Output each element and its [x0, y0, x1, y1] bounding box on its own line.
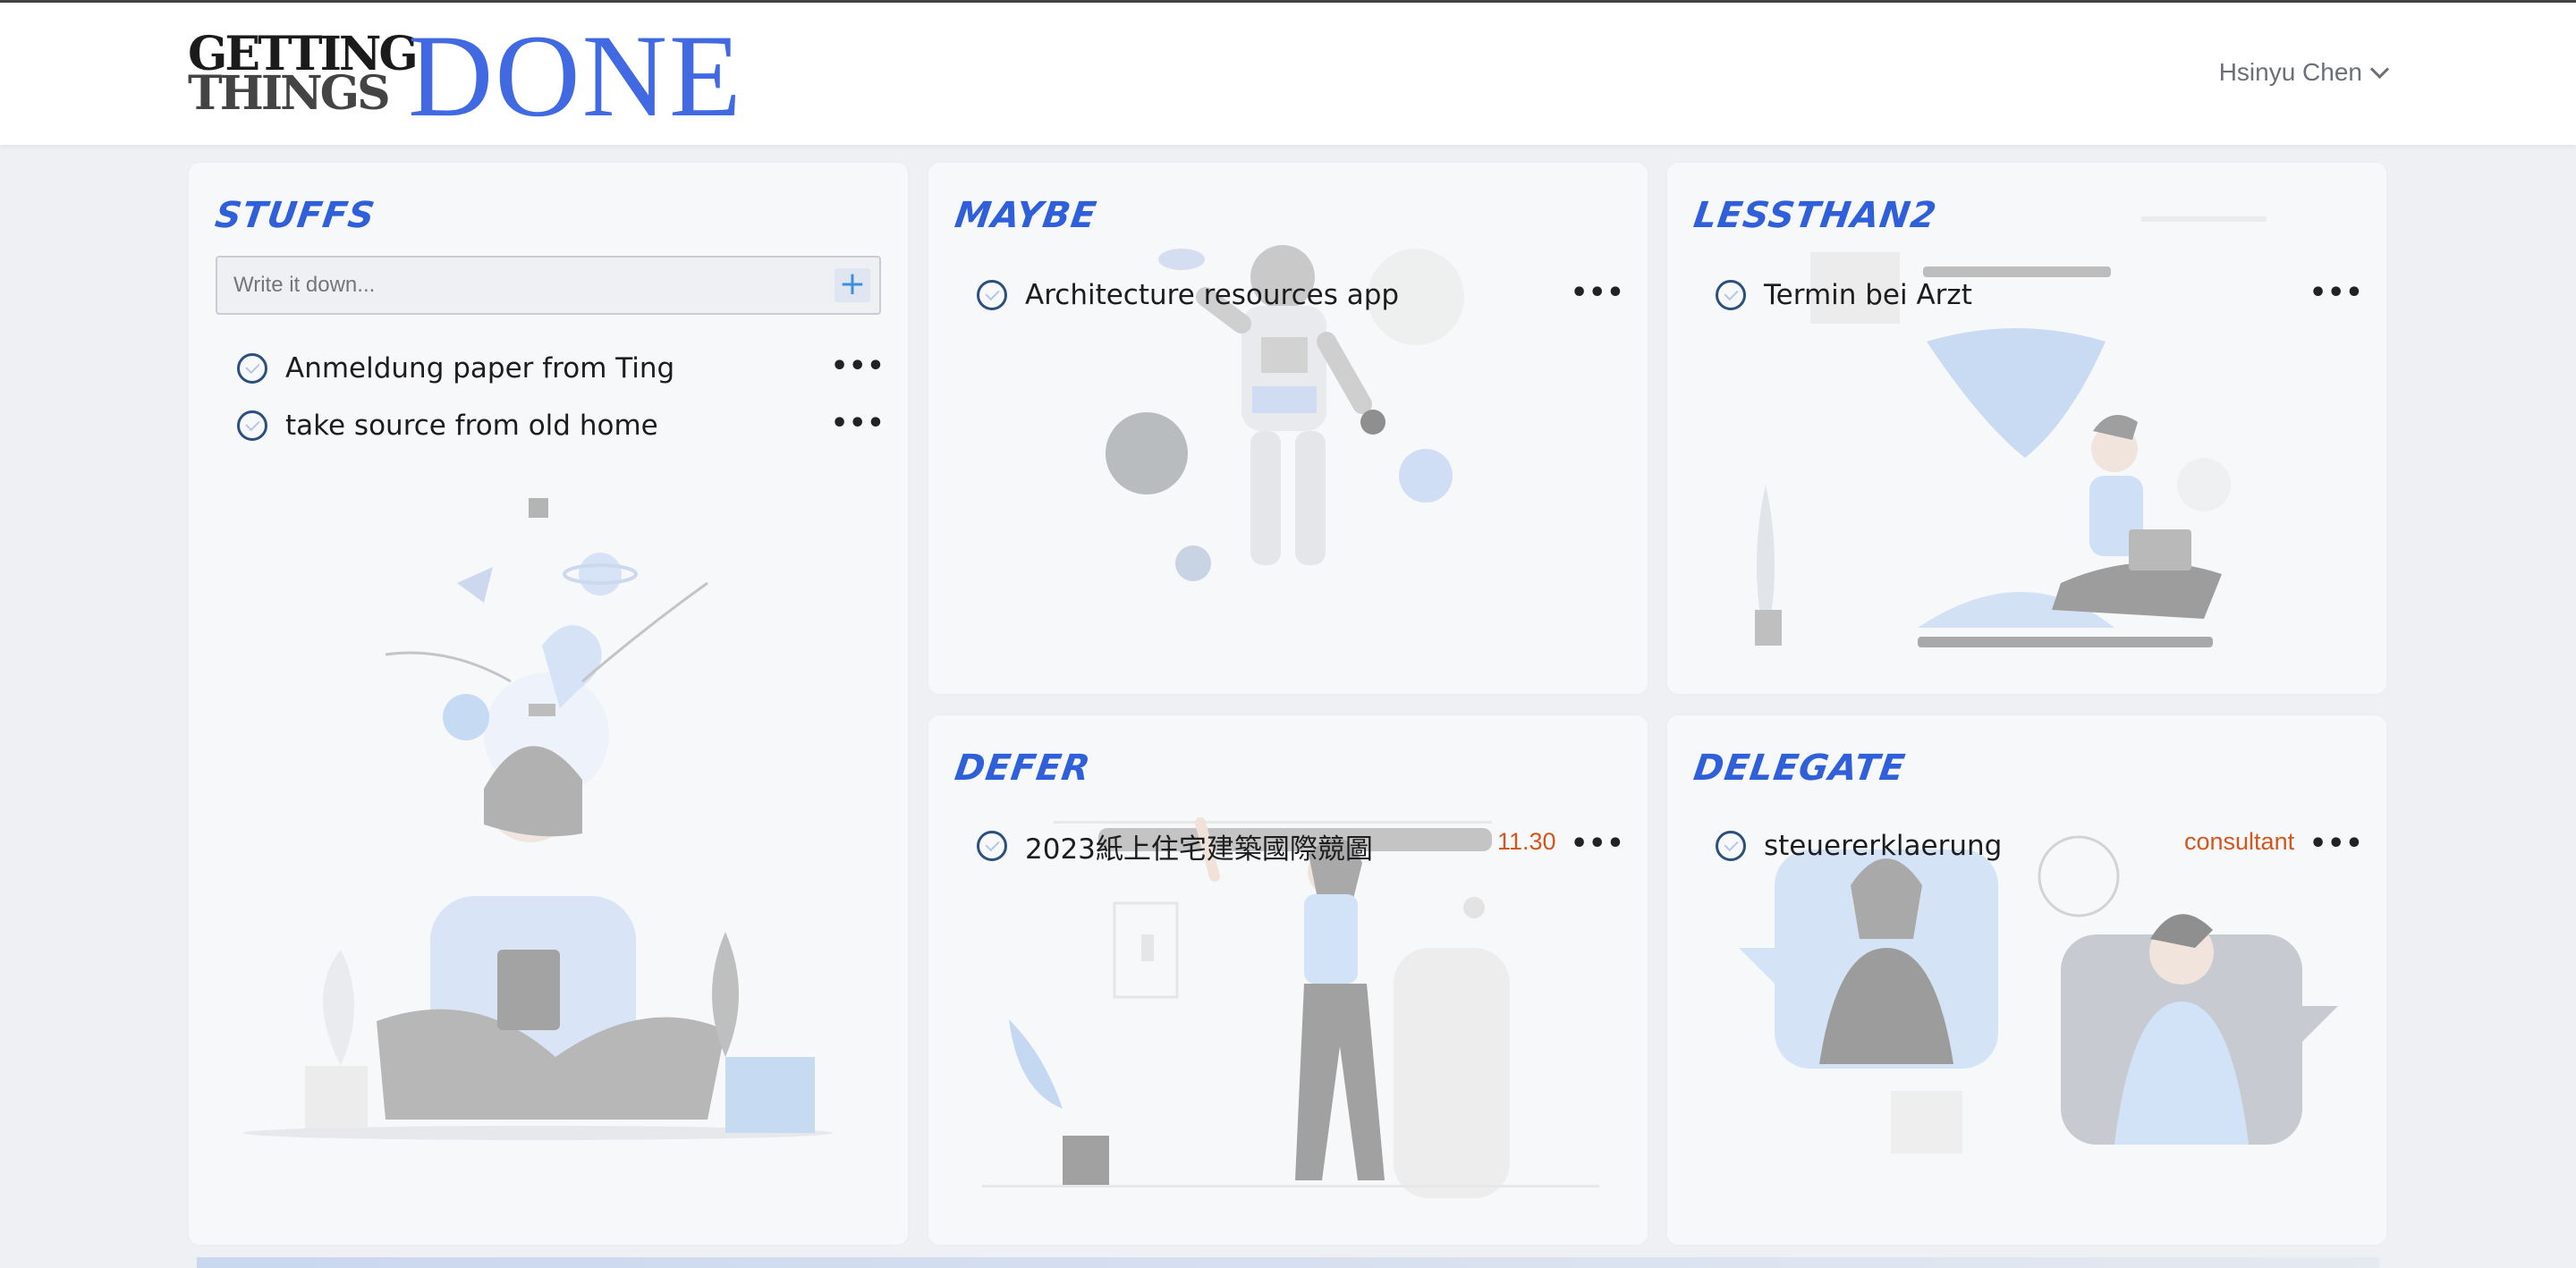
task-menu-button[interactable]: ••• — [1571, 280, 1625, 307]
task-menu-button[interactable]: ••• — [831, 410, 886, 437]
task-item: 2023紙上住宅建築國際競圖 — [977, 826, 1373, 866]
stuffs-title: STUFFS — [212, 195, 378, 236]
user-menu[interactable]: Hsinyu Chen — [2218, 58, 2390, 87]
delegate-card: DELEGATE steuererklaerung consultant ••• — [1667, 715, 2386, 1245]
task-item: Termin bei Arzt — [1716, 275, 1972, 315]
stuffs-input[interactable] — [217, 258, 826, 313]
stuffs-card: STUFFS + Anmeldung paper from Ting ••• t… — [189, 163, 908, 1245]
task-item: steuererklaerung — [1716, 826, 2002, 866]
lessthan2-title: LESSTHAN2 — [1690, 195, 1940, 236]
bottom-scroll-shadow — [197, 1257, 2379, 1268]
check-circle-icon[interactable] — [1716, 280, 1746, 310]
check-circle-icon[interactable] — [977, 831, 1007, 861]
thinking-person-illustration — [242, 498, 833, 1140]
check-circle-icon[interactable] — [237, 410, 267, 441]
chevron-down-icon — [2369, 59, 2390, 79]
check-circle-icon[interactable] — [1716, 831, 1746, 861]
logo-done: DONE — [408, 10, 743, 141]
conversation-illustration — [1739, 835, 2338, 1154]
stuffs-input-group: + — [216, 256, 881, 315]
task-text[interactable]: Termin bei Arzt — [1764, 279, 1972, 311]
task-text[interactable]: take source from old home — [285, 410, 658, 442]
maybe-title: MAYBE — [952, 195, 1100, 236]
calendar-woman-illustration — [982, 817, 1599, 1198]
task-item: take source from old home — [237, 406, 658, 445]
task-text[interactable]: steuererklaerung — [1764, 830, 2002, 862]
lessthan2-card: LESSTHAN2 Termin bei Arzt ••• — [1667, 163, 2386, 694]
app-header: GETTING THINGS DONE Hsinyu Chen — [0, 3, 2576, 145]
task-item: Anmeldung paper from Ting — [237, 349, 674, 388]
task-text[interactable]: Anmeldung paper from Ting — [285, 352, 674, 385]
astronaut-illustration — [1106, 245, 1464, 581]
add-stuff-button[interactable]: + — [835, 268, 870, 302]
task-menu-button[interactable]: ••• — [831, 353, 886, 380]
task-item: Architecture resources app — [977, 275, 1399, 315]
maybe-card: MAYBE Architecture resources app ••• — [928, 163, 1648, 694]
defer-title: DEFER — [952, 748, 1094, 789]
task-menu-button[interactable]: ••• — [2309, 280, 2364, 307]
user-name: Hsinyu Chen — [2218, 58, 2362, 86]
check-circle-icon[interactable] — [977, 280, 1007, 310]
task-menu-button[interactable]: ••• — [1571, 831, 1625, 858]
defer-card: DEFER 2023紙上住宅建築國際競圖 11.30 ••• — [928, 715, 1648, 1245]
hourglass-illustration — [1755, 216, 2267, 647]
task-text[interactable]: 2023紙上住宅建築國際競圖 — [1025, 826, 1373, 866]
task-menu-button[interactable]: ••• — [2309, 831, 2364, 858]
task-due-date: 11.30 — [1497, 828, 1556, 855]
task-text[interactable]: Architecture resources app — [1025, 279, 1399, 311]
task-assignee: consultant — [2184, 828, 2295, 855]
check-circle-icon[interactable] — [237, 353, 267, 384]
logo-things: THINGS — [188, 66, 391, 121]
app-logo[interactable]: GETTING THINGS DONE — [188, 17, 741, 135]
delegate-title: DELEGATE — [1690, 748, 1909, 789]
